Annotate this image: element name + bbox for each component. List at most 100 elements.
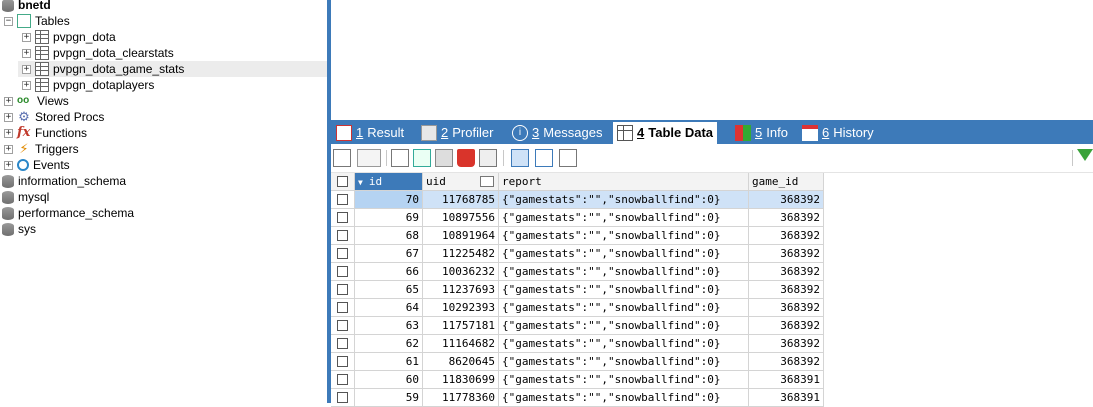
row-select-cell[interactable]: [331, 371, 355, 389]
tab-history[interactable]: 6 History: [802, 122, 874, 144]
row-checkbox[interactable]: [337, 320, 348, 331]
table-row[interactable]: 66 10036232 {"gamestats":"","snowballfind"…: [331, 263, 824, 281]
table-row[interactable]: 60 11830699 {"gamestats":"","snowballfind"…: [331, 371, 824, 389]
table-row[interactable]: 61 8620645 {"gamestats":"","snowballfind":…: [331, 353, 824, 371]
add-row-icon[interactable]: [333, 149, 351, 167]
cancel-changes-icon[interactable]: [479, 149, 497, 167]
row-checkbox[interactable]: [337, 248, 348, 259]
cell-game-id[interactable]: 368392: [749, 317, 824, 335]
cell-uid[interactable]: 10036232: [423, 263, 499, 281]
tab-profiler[interactable]: 2 Profiler: [421, 122, 493, 144]
table-row[interactable]: 59 11778360 {"gamestats":"","snowballfind"…: [331, 389, 824, 407]
cell-report[interactable]: {"gamestats":"","snowballfind":0}: [499, 209, 749, 227]
cell-game-id[interactable]: 368392: [749, 227, 824, 245]
cell-report[interactable]: {"gamestats":"","snowballfind":0}: [499, 281, 749, 299]
filter-icon[interactable]: [1077, 149, 1093, 161]
form-view-icon[interactable]: [535, 149, 553, 167]
row-checkbox[interactable]: [337, 338, 348, 349]
tab-info[interactable]: 5 Info: [735, 122, 788, 144]
cell-game-id[interactable]: 368392: [749, 353, 824, 371]
tree-table[interactable]: + pvpgn_dota_clearstats: [22, 45, 174, 61]
cell-id[interactable]: 66: [355, 263, 423, 281]
table-row[interactable]: 64 10292393 {"gamestats":"","snowballfind"…: [331, 299, 824, 317]
query-editor[interactable]: [331, 0, 1093, 120]
tree-stored-procs[interactable]: + ⚙ Stored Procs: [4, 109, 104, 125]
cell-game-id[interactable]: 368392: [749, 299, 824, 317]
table-row[interactable]: 65 11237693 {"gamestats":"","snowballfind"…: [331, 281, 824, 299]
row-select-cell[interactable]: [331, 281, 355, 299]
tree-table-selected[interactable]: + pvpgn_dota_game_stats: [18, 61, 327, 77]
table-row[interactable]: 69 10897556 {"gamestats":"","snowballfind"…: [331, 209, 824, 227]
tree-events[interactable]: + Events: [4, 157, 70, 173]
cell-id[interactable]: 61: [355, 353, 423, 371]
cell-game-id[interactable]: 368392: [749, 245, 824, 263]
cell-id[interactable]: 63: [355, 317, 423, 335]
cell-id[interactable]: 67: [355, 245, 423, 263]
row-checkbox[interactable]: [337, 284, 348, 295]
row-select-cell[interactable]: [331, 227, 355, 245]
column-options-icon[interactable]: [480, 176, 494, 187]
row-select-cell[interactable]: [331, 191, 355, 209]
tab-messages[interactable]: i 3 Messages: [512, 122, 602, 144]
tree-table[interactable]: + pvpgn_dota: [22, 29, 116, 45]
cell-game-id[interactable]: 368392: [749, 191, 824, 209]
cell-uid[interactable]: 10897556: [423, 209, 499, 227]
grid-view-icon[interactable]: [511, 149, 529, 167]
text-view-icon[interactable]: [559, 149, 577, 167]
cell-game-id[interactable]: 368392: [749, 281, 824, 299]
row-checkbox[interactable]: [337, 302, 348, 313]
row-select-cell[interactable]: [331, 353, 355, 371]
row-checkbox[interactable]: [337, 374, 348, 385]
cell-report[interactable]: {"gamestats":"","snowballfind":0}: [499, 191, 749, 209]
cell-uid[interactable]: 10292393: [423, 299, 499, 317]
cell-uid[interactable]: 11768785: [423, 191, 499, 209]
cell-game-id[interactable]: 368391: [749, 389, 824, 407]
cell-uid[interactable]: 11830699: [423, 371, 499, 389]
tree-db-bnetd[interactable]: bnetd: [2, 0, 51, 13]
expand-icon[interactable]: +: [22, 80, 31, 90]
expand-icon[interactable]: +: [4, 160, 13, 170]
tree-triggers[interactable]: + ⚡ Triggers: [4, 141, 79, 157]
tree-views[interactable]: + oo Views: [4, 93, 69, 109]
row-checkbox[interactable]: [337, 356, 348, 367]
collapse-icon[interactable]: −: [4, 16, 13, 26]
cell-id[interactable]: 64: [355, 299, 423, 317]
column-header-report[interactable]: report: [499, 173, 749, 191]
row-select-cell[interactable]: [331, 209, 355, 227]
cell-uid[interactable]: 11778360: [423, 389, 499, 407]
cell-report[interactable]: {"gamestats":"","snowballfind":0}: [499, 335, 749, 353]
row-select-cell[interactable]: [331, 335, 355, 353]
column-header-uid[interactable]: uid: [423, 173, 499, 191]
row-checkbox[interactable]: [337, 194, 348, 205]
delete-icon[interactable]: [457, 149, 475, 167]
dropdown-icon[interactable]: [357, 149, 381, 167]
cell-uid[interactable]: 11164682: [423, 335, 499, 353]
expand-icon[interactable]: +: [4, 128, 13, 138]
row-select-cell[interactable]: [331, 299, 355, 317]
table-row[interactable]: 62 11164682 {"gamestats":"","snowballfind"…: [331, 335, 824, 353]
cell-uid[interactable]: 10891964: [423, 227, 499, 245]
cell-id[interactable]: 69: [355, 209, 423, 227]
cell-uid[interactable]: 11225482: [423, 245, 499, 263]
cell-id[interactable]: 70: [355, 191, 423, 209]
cell-uid[interactable]: 8620645: [423, 353, 499, 371]
tree-db[interactable]: performance_schema: [2, 205, 134, 221]
cell-game-id[interactable]: 368391: [749, 371, 824, 389]
tree-functions[interactable]: + fx Functions: [4, 125, 87, 141]
cell-game-id[interactable]: 368392: [749, 335, 824, 353]
row-checkbox[interactable]: [337, 392, 348, 403]
tree-table[interactable]: + pvpgn_dotaplayers: [22, 77, 154, 93]
column-header-game-id[interactable]: game_id: [749, 173, 824, 191]
cell-id[interactable]: 65: [355, 281, 423, 299]
column-header-id[interactable]: ▼ id: [355, 173, 423, 191]
expand-icon[interactable]: +: [4, 96, 13, 106]
select-all-cell[interactable]: [331, 173, 355, 191]
tree-db[interactable]: information_schema: [2, 173, 126, 189]
table-row[interactable]: 70 11768785 {"gamestats":"","snowballfind"…: [331, 191, 824, 209]
row-checkbox[interactable]: [337, 230, 348, 241]
expand-icon[interactable]: +: [4, 112, 13, 122]
cell-report[interactable]: {"gamestats":"","snowballfind":0}: [499, 317, 749, 335]
cell-game-id[interactable]: 368392: [749, 263, 824, 281]
cell-id[interactable]: 62: [355, 335, 423, 353]
select-all-checkbox[interactable]: [337, 176, 348, 187]
